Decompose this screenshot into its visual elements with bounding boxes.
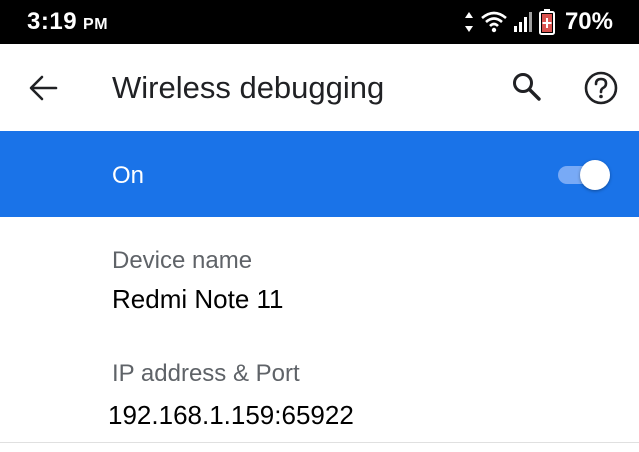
search-icon	[513, 73, 541, 101]
back-arrow-icon	[29, 75, 58, 101]
battery-charging-icon	[538, 9, 555, 35]
search-button[interactable]	[510, 70, 544, 104]
pref-device-name-value: Redmi Note 11	[112, 284, 284, 314]
wifi-icon	[481, 11, 507, 33]
main-switch-bar[interactable]: On	[0, 131, 639, 217]
data-arrows-icon	[463, 10, 475, 34]
status-time-value: 3:19	[27, 8, 78, 35]
main-switch-label: On	[112, 162, 145, 189]
status-time: 3:19 PM	[27, 8, 108, 36]
status-time-ampm: PM	[83, 16, 109, 33]
back-button[interactable]	[24, 70, 64, 106]
status-bar: 3:19 PM 70%	[0, 0, 639, 44]
help-button[interactable]	[582, 69, 620, 107]
help-icon	[584, 71, 618, 105]
status-icons: 70%	[463, 8, 613, 36]
pref-ip-address-port[interactable]: IP address & Port 192.168.1.159:65922	[0, 345, 639, 440]
app-bar: Wireless debugging	[0, 44, 639, 131]
pref-ip-address-port-title: IP address & Port	[112, 360, 300, 387]
battery-percent: 70%	[564, 8, 613, 35]
main-switch-toggle[interactable]	[556, 159, 612, 190]
pref-device-name-title: Device name	[112, 247, 253, 274]
pref-device-name[interactable]: Device name Redmi Note 11	[0, 232, 639, 332]
pref-ip-address-port-value: 192.168.1.159:65922	[108, 400, 354, 430]
toggle-thumb	[580, 160, 610, 190]
signal-icon	[513, 11, 533, 33]
divider	[0, 442, 639, 443]
page-title: Wireless debugging	[112, 70, 385, 105]
